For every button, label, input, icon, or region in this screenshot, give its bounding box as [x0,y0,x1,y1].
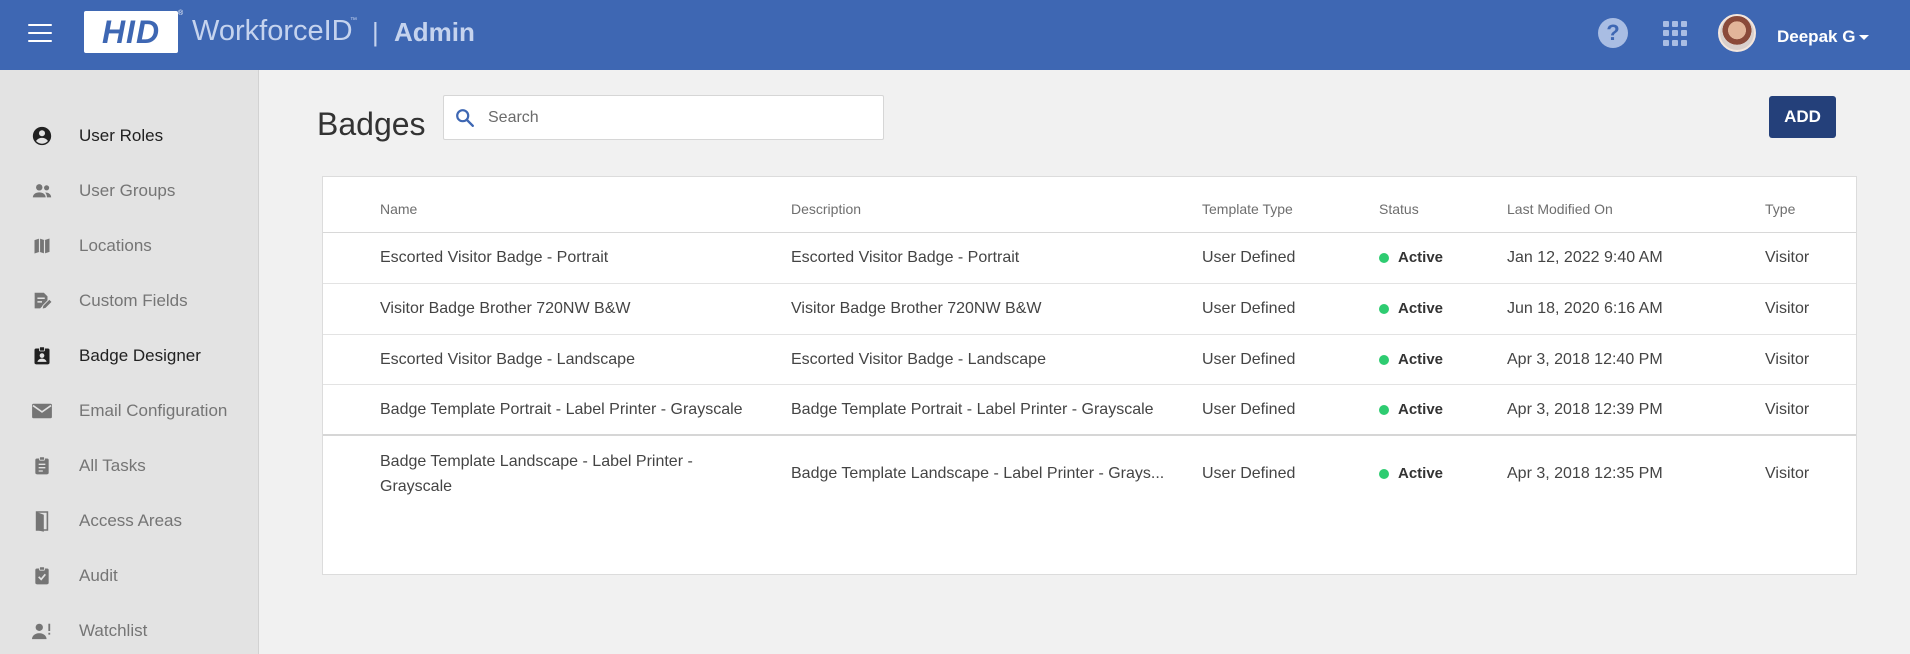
cell-template-type: User Defined [1202,300,1296,317]
page-title: Badges [317,106,426,142]
door-icon [30,509,54,533]
cell-template-type: User Defined [1202,249,1296,266]
help-icon[interactable]: ? [1598,18,1628,48]
table-row[interactable]: Escorted Visitor Badge - Portrait Escort… [323,233,1856,284]
people-icon [30,179,54,203]
apps-grid-icon[interactable] [1663,21,1688,46]
cell-template-type: User Defined [1202,401,1296,418]
cell-last-modified: Jun 18, 2020 6:16 AM [1507,300,1663,317]
clipboard-check-icon [30,564,54,588]
column-header-type[interactable]: Type [1765,201,1795,217]
sidebar-item-label: Badge Designer [79,346,201,365]
table-row[interactable]: Visitor Badge Brother 720NW B&W Visitor … [323,284,1856,335]
table-row[interactable]: Badge Template Landscape - Label Printer… [323,437,1856,513]
person-alert-icon [30,619,54,643]
sidebar-item-label: Email Configuration [79,401,228,420]
search-input[interactable] [488,104,868,132]
cell-template-type: User Defined [1202,465,1296,482]
search-icon [454,107,476,129]
status-badge: Active [1398,401,1444,418]
badge-icon [30,344,54,368]
caret-down-icon[interactable] [1859,35,1869,40]
cell-name-continued: Grayscale [380,478,453,495]
status-dot [1379,405,1389,415]
top-app-bar: HID ® WorkforceID ™ | Admin ? Deepak G [0,0,1910,70]
cell-last-modified: Apr 3, 2018 12:40 PM [1507,351,1663,368]
sidebar-item-all-tasks[interactable]: All Tasks [0,446,258,486]
mail-icon [30,399,54,423]
cell-name: Badge Template Landscape - Label Printer… [380,453,693,470]
table-row[interactable]: Badge Template Portrait - Label Printer … [323,385,1856,436]
sidebar-item-custom-fields[interactable]: Custom Fields [0,281,258,321]
column-header-description[interactable]: Description [791,201,861,217]
cell-last-modified: Jan 12, 2022 9:40 AM [1507,249,1663,266]
cell-type: Visitor [1765,401,1810,418]
sidebar-item-label: Audit [79,566,118,585]
column-header-template-type[interactable]: Template Type [1202,201,1293,217]
clipboard-list-icon [30,454,54,478]
status-dot [1379,469,1389,479]
cell-description: Badge Template Landscape - Label Printer… [791,465,1165,482]
cell-type: Visitor [1765,249,1810,266]
account-circle-icon [30,124,54,148]
sidebar-item-label: Watchlist [79,621,148,640]
cell-description: Badge Template Portrait - Label Printer … [791,401,1154,418]
sidebar-item-label: User Roles [79,126,164,145]
cell-template-type: User Defined [1202,351,1296,368]
sidebar-item-label: All Tasks [79,456,146,475]
cell-name: Visitor Badge Brother 720NW B&W [380,300,631,317]
sidebar-item-access-areas[interactable]: Access Areas [0,501,258,541]
table-row[interactable]: Escorted Visitor Badge - Landscape Escor… [323,335,1856,385]
search-box[interactable] [443,95,884,140]
product-trademark: ™ [350,17,357,24]
edit-document-icon [30,289,54,313]
logo-registered-mark: ® [178,10,184,17]
sidebar-item-label: User Groups [79,181,176,200]
sidebar-item-label: Custom Fields [79,291,188,310]
cell-description: Escorted Visitor Badge - Portrait [791,249,1020,266]
status-dot [1379,253,1389,263]
avatar[interactable] [1718,14,1756,52]
sidebar-item-audit[interactable]: Audit [0,556,258,596]
status-badge: Active [1398,351,1444,368]
add-button[interactable]: ADD [1769,96,1836,138]
product-name: WorkforceID [192,15,353,47]
hid-logo: HID [84,11,178,53]
sidebar-item-user-groups[interactable]: User Groups [0,171,258,211]
section-name: Admin [394,17,475,47]
sidebar-item-label: Locations [79,236,152,255]
brand-separator: | [372,17,379,47]
status-badge: Active [1398,465,1444,482]
status-badge: Active [1398,249,1444,266]
cell-type: Visitor [1765,465,1810,482]
cell-last-modified: Apr 3, 2018 12:35 PM [1507,465,1663,482]
map-icon [30,234,54,258]
sidebar-item-watchlist[interactable]: Watchlist [0,611,258,651]
badges-table: Name Description Template Type Status La… [322,176,1857,575]
cell-type: Visitor [1765,300,1810,317]
column-header-name[interactable]: Name [380,201,417,217]
logo-text: HID [101,13,161,50]
sidebar-item-email-configuration[interactable]: Email Configuration [0,391,258,431]
status-dot [1379,355,1389,365]
sidebar-item-label: Access Areas [79,511,182,530]
status-dot [1379,304,1389,314]
cell-last-modified: Apr 3, 2018 12:39 PM [1507,401,1663,418]
column-header-last-modified[interactable]: Last Modified On [1507,201,1613,217]
sidebar-item-user-roles[interactable]: User Roles [0,116,258,156]
user-name[interactable]: Deepak G [1777,27,1855,47]
cell-name: Escorted Visitor Badge - Landscape [380,351,635,368]
sidebar-item-badge-designer[interactable]: Badge Designer [0,336,258,376]
cell-type: Visitor [1765,351,1810,368]
sidebar-item-locations[interactable]: Locations [0,226,258,266]
cell-description: Escorted Visitor Badge - Landscape [791,351,1046,368]
cell-name: Escorted Visitor Badge - Portrait [380,249,609,266]
sidebar: User Roles User Groups Locations Custom … [0,70,259,654]
column-header-status[interactable]: Status [1379,201,1419,217]
cell-name: Badge Template Portrait - Label Printer … [380,401,743,418]
menu-icon[interactable] [28,24,52,44]
status-badge: Active [1398,300,1444,317]
cell-description: Visitor Badge Brother 720NW B&W [791,300,1042,317]
